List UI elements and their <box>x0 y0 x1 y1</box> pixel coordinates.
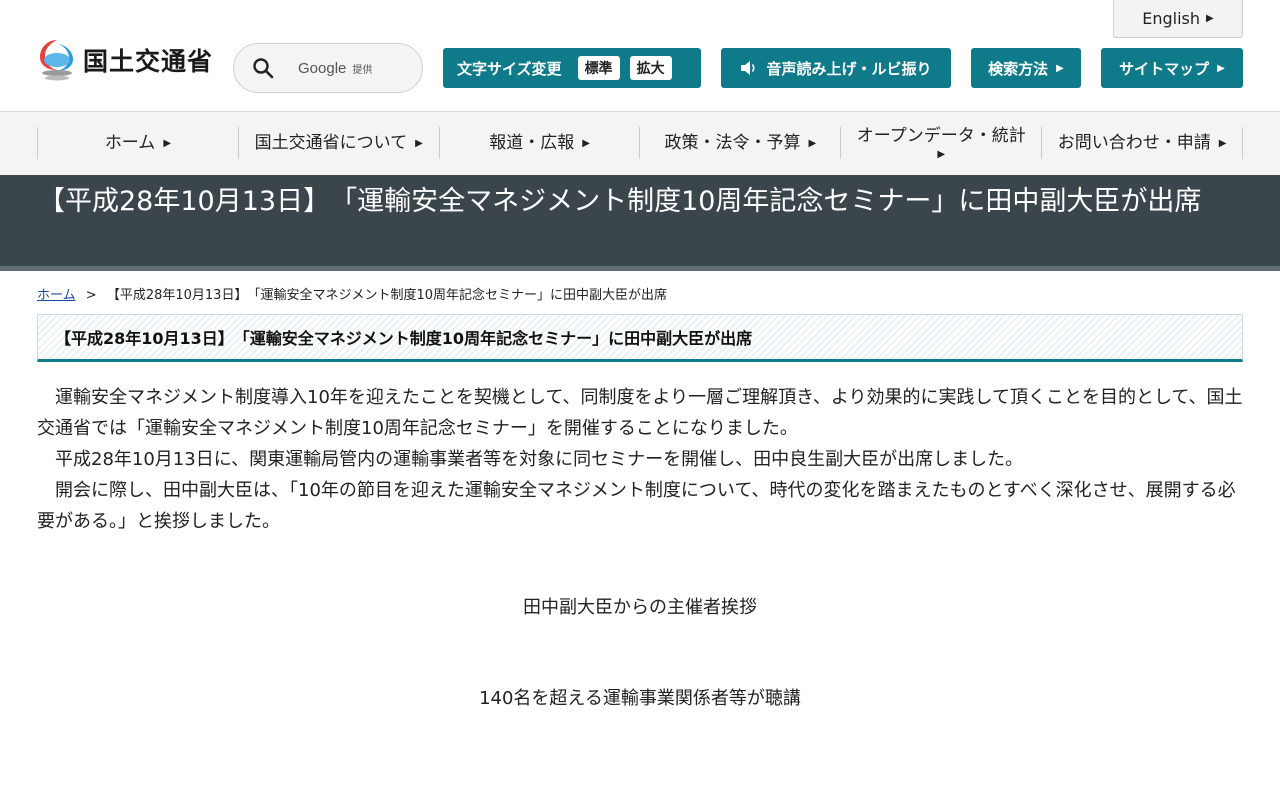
site-header: 国土交通省 Google 提供 文字サイズ変更 標準 拡大 音声読み上げ・ルビ振… <box>0 0 1280 112</box>
global-nav-list: ホーム ▶ 国土交通省について ▶ 報道・広報 ▶ 政策・法令・予算 ▶ オープ… <box>37 126 1243 160</box>
photo-caption: 田中副大臣からの主催者挨拶 <box>523 597 757 618</box>
font-size-control: 文字サイズ変更 標準 拡大 <box>443 48 701 88</box>
sitemap-button[interactable]: サイトマップ ▶ <box>1101 48 1243 88</box>
paragraph: 平成28年10月13日に、関東運輸局管内の運輸事業者等を対象に同セミナーを開催し… <box>55 449 1024 470</box>
page-title: 【平成28年10月13日】 「運輸安全マネジメント制度10周年記念セミナー」に田… <box>38 186 1202 217</box>
triangle-right-icon: ▶ <box>415 137 423 149</box>
logo-text: 国土交通省 <box>83 47 214 76</box>
section-heading: 【平成28年10月13日】 「運輸安全マネジメント制度10周年記念セミナー」に田… <box>37 314 1243 362</box>
search-provider-label: 提供 <box>352 64 373 76</box>
nav-item-home[interactable]: ホーム ▶ <box>37 127 238 159</box>
triangle-right-icon: ▶ <box>1218 137 1227 149</box>
nav-item-press[interactable]: 報道・広報 ▶ <box>438 127 640 159</box>
sitemap-label: サイトマップ <box>1119 59 1210 78</box>
font-size-standard-button[interactable]: 標準 <box>577 56 620 80</box>
nav-item-opendata[interactable]: オープンデータ・統計 ▶ <box>840 126 1041 160</box>
nav-label: ホーム <box>104 132 156 153</box>
nav-label: 報道・広報 <box>489 132 575 153</box>
nav-label: 国土交通省について <box>254 132 408 153</box>
search-icon[interactable] <box>252 57 274 79</box>
speaker-icon <box>741 61 756 75</box>
google-brand: Google <box>298 59 347 77</box>
paragraph: 運輸安全マネジメント制度導入10年を迎えたことを契機として、同制度をより一層ご理… <box>37 387 1243 439</box>
photo-caption: 140名を超える運輸事業関係者等が聴講 <box>479 688 801 709</box>
triangle-right-icon: ▶ <box>808 137 817 149</box>
site-search[interactable]: Google 提供 <box>233 43 423 93</box>
nav-item-contact[interactable]: お問い合わせ・申請 ▶ <box>1041 127 1243 159</box>
breadcrumb-current: 【平成28年10月13日】 「運輸安全マネジメント制度10周年記念セミナー」に田… <box>106 288 667 303</box>
font-size-large-button[interactable]: 拡大 <box>629 56 672 80</box>
triangle-right-icon: ▶ <box>1056 62 1064 74</box>
nav-label: オープンデータ・統計 <box>856 126 1026 147</box>
mlit-logo-icon <box>40 40 73 81</box>
breadcrumb-separator: > <box>85 288 97 303</box>
page-title-band: 【平成28年10月13日】 「運輸安全マネジメント制度10周年記念セミナー」に田… <box>0 175 1280 271</box>
breadcrumb-home-link[interactable]: ホーム <box>37 288 76 303</box>
search-help-button[interactable]: 検索方法 ▶ <box>971 48 1081 88</box>
triangle-right-icon: ▶ <box>1217 62 1225 74</box>
mlit-logo[interactable]: 国土交通省 <box>37 38 213 82</box>
paragraph: 開会に際し、田中副大臣は、「10年の節目を迎えた運輸安全マネジメント制度について… <box>37 480 1236 532</box>
article-body: 運輸安全マネジメント制度導入10年を迎えたことを契機として、同制度をより一層ご理… <box>37 382 1243 537</box>
triangle-right-icon: ▶ <box>937 148 946 160</box>
nav-item-policy[interactable]: 政策・法令・予算 ▶ <box>639 127 840 159</box>
voice-ruby-label: 音声読み上げ・ルビ振り <box>766 59 932 78</box>
triangle-right-icon: ▶ <box>582 137 590 149</box>
triangle-right-icon: ▶ <box>163 137 172 149</box>
nav-item-about[interactable]: 国土交通省について ▶ <box>237 127 439 159</box>
nav-label: 政策・法令・予算 <box>664 132 801 153</box>
nav-label: お問い合わせ・申請 <box>1057 132 1211 153</box>
breadcrumb: ホーム > 【平成28年10月13日】 「運輸安全マネジメント制度10周年記念セ… <box>37 284 667 303</box>
global-nav: ホーム ▶ 国土交通省について ▶ 報道・広報 ▶ 政策・法令・予算 ▶ オープ… <box>0 112 1280 175</box>
font-size-label: 文字サイズ変更 <box>457 59 562 78</box>
voice-ruby-button[interactable]: 音声読み上げ・ルビ振り <box>721 48 951 88</box>
search-help-label: 検索方法 <box>988 59 1049 78</box>
